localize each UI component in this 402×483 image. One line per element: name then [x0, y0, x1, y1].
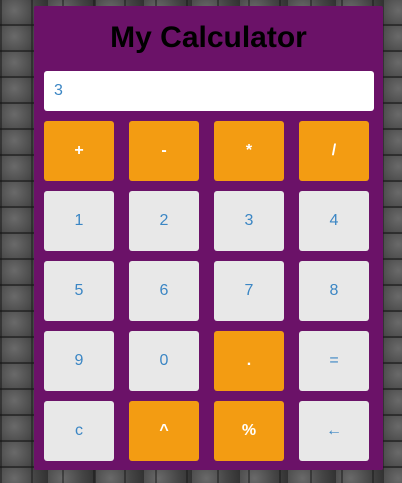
display-input[interactable]: [44, 71, 374, 111]
power-button[interactable]: ^: [129, 401, 199, 461]
plus-button[interactable]: +: [44, 121, 114, 181]
backspace-button[interactable]: ←: [299, 401, 369, 461]
digit-4-button[interactable]: 4: [299, 191, 369, 251]
digit-3-button[interactable]: 3: [214, 191, 284, 251]
app-title: My Calculator: [110, 21, 307, 54]
digit-8-button[interactable]: 8: [299, 261, 369, 321]
digit-5-button[interactable]: 5: [44, 261, 114, 321]
digit-2-button[interactable]: 2: [129, 191, 199, 251]
minus-button[interactable]: -: [129, 121, 199, 181]
digit-6-button[interactable]: 6: [129, 261, 199, 321]
percent-button[interactable]: %: [214, 401, 284, 461]
digit-7-button[interactable]: 7: [214, 261, 284, 321]
digit-1-button[interactable]: 1: [44, 191, 114, 251]
digit-9-button[interactable]: 9: [44, 331, 114, 391]
calculator-panel: My Calculator + - * / 1 2 3 4 5 6 7 8 9 …: [34, 6, 383, 470]
clear-button[interactable]: c: [44, 401, 114, 461]
digit-0-button[interactable]: 0: [129, 331, 199, 391]
decimal-button[interactable]: .: [214, 331, 284, 391]
multiply-button[interactable]: *: [214, 121, 284, 181]
divide-button[interactable]: /: [299, 121, 369, 181]
equals-button[interactable]: =: [299, 331, 369, 391]
